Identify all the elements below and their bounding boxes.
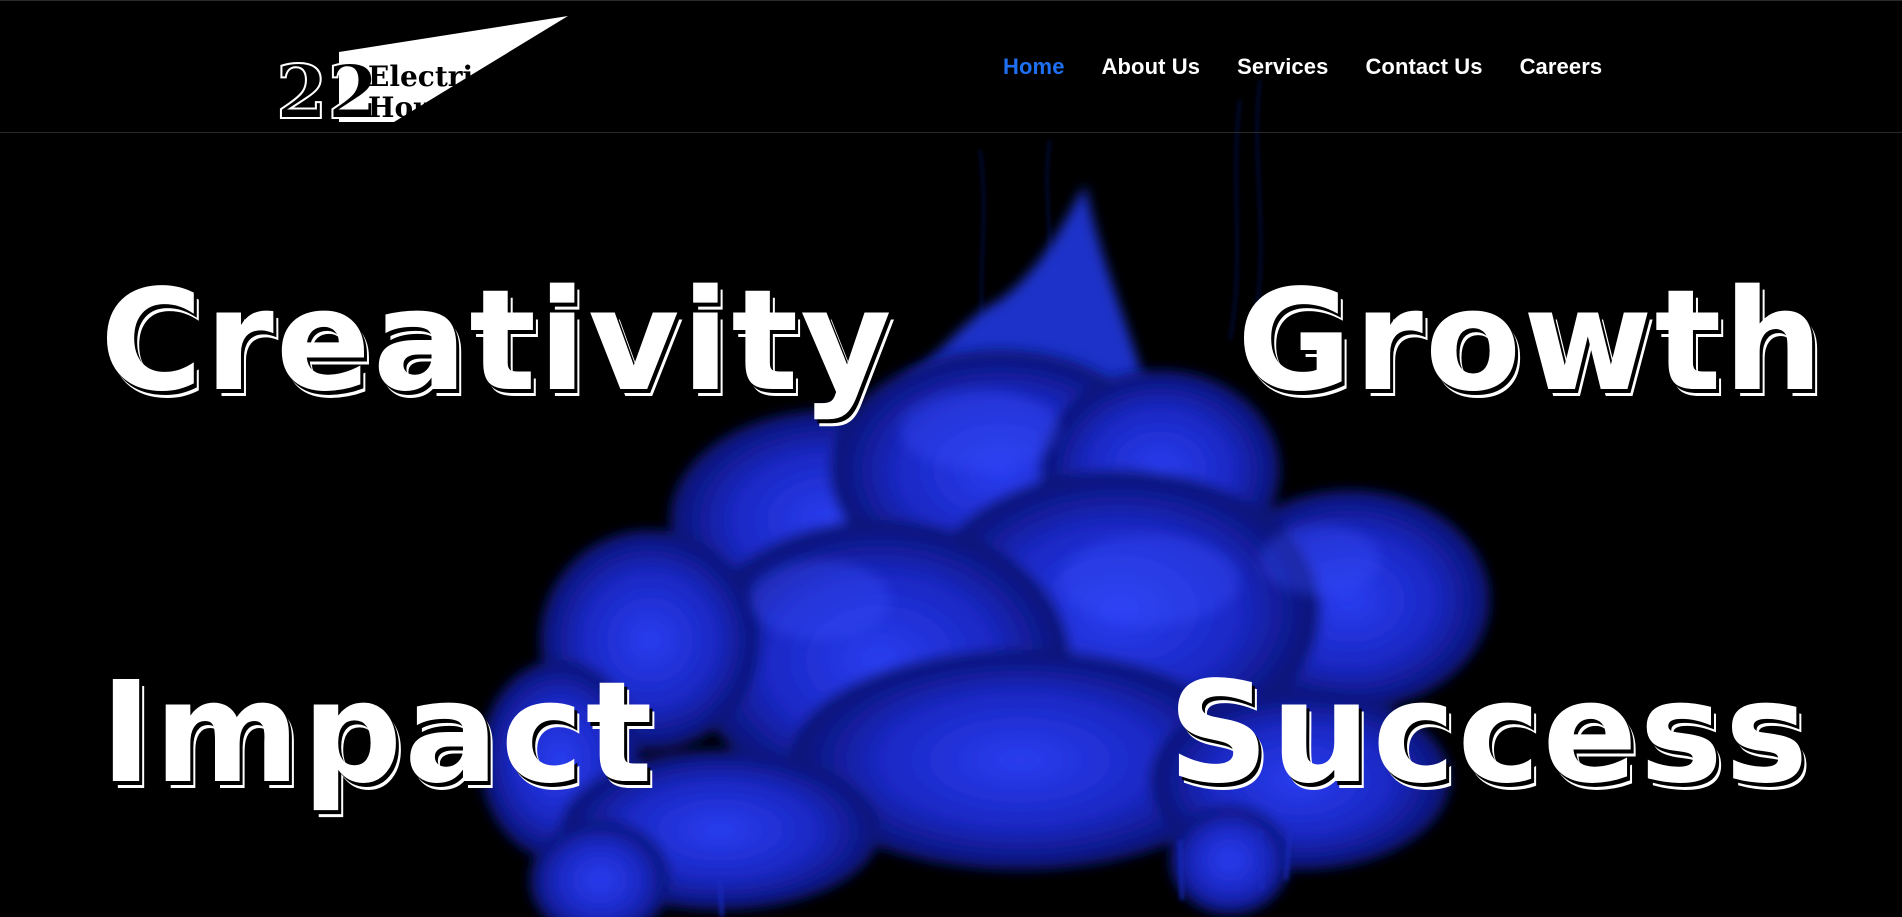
svg-text:House: House (368, 91, 467, 124)
main-navigation: Home About Us Services Contact Us Career… (1003, 54, 1639, 80)
site-header: 22 Electric House Home About Us Services… (0, 0, 1902, 133)
nav-home-link[interactable]: Home (1003, 54, 1065, 80)
electric-house-logo[interactable]: 22 Electric House (274, 14, 570, 124)
hero-word-creativity: Creativity (100, 260, 894, 423)
hero-word-growth: Growth (1237, 260, 1826, 423)
hero-section: 22 Electric House Home About Us Services… (0, 0, 1902, 917)
nav-about-us-link[interactable]: About Us (1102, 54, 1201, 80)
svg-text:Electric: Electric (368, 60, 490, 93)
svg-text:22: 22 (276, 50, 379, 124)
nav-careers-link[interactable]: Careers (1520, 54, 1603, 80)
nav-services-link[interactable]: Services (1237, 54, 1328, 80)
nav-contact-us-link[interactable]: Contact Us (1365, 54, 1482, 80)
hero-word-impact: Impact (100, 652, 655, 815)
hero-word-success: Success (1168, 652, 1811, 815)
